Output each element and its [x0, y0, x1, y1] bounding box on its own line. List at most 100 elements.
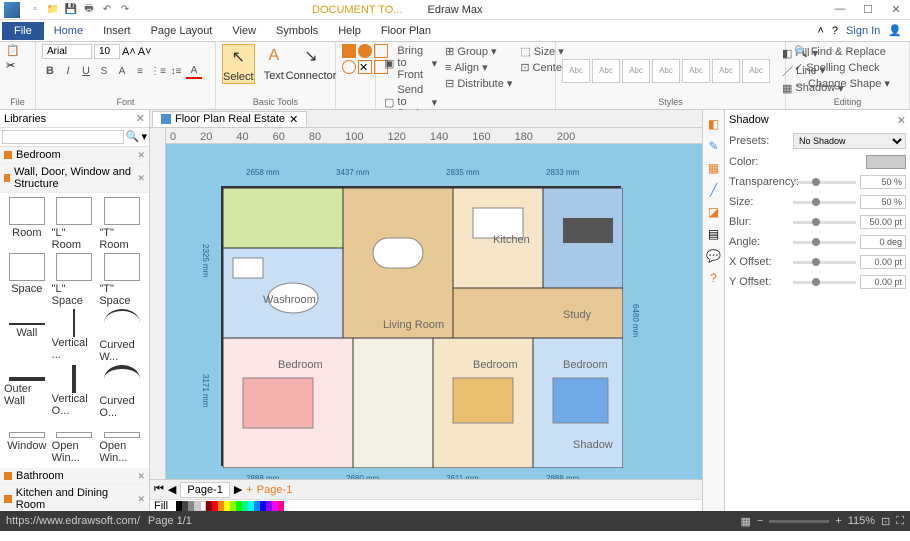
presets-select[interactable]: No Shadow — [793, 133, 906, 149]
tab-page-layout[interactable]: Page Layout — [141, 22, 223, 40]
comment-icon[interactable]: 💬 — [706, 248, 722, 264]
fit-page-icon[interactable]: ⊡ — [881, 515, 890, 528]
user-icon[interactable]: 👤 — [888, 24, 902, 37]
tab-view[interactable]: View — [222, 22, 266, 40]
page-nav-first[interactable]: ⏮ — [154, 483, 164, 496]
highlight-button[interactable]: A — [114, 63, 130, 79]
underline-button[interactable]: U — [78, 63, 94, 79]
shape-curved-o[interactable]: Curved O... — [99, 365, 145, 419]
angle-value[interactable]: 0 deg — [860, 235, 906, 249]
category-kitchen[interactable]: Kitchen and Dining Room✕ — [0, 485, 149, 511]
floor-plan[interactable]: Kitchen Washroom Living Room Study Bedro… — [221, 186, 621, 466]
close-tab-icon[interactable]: ✕ — [289, 113, 298, 126]
sign-in-link[interactable]: Sign In — [846, 25, 880, 37]
shape-window[interactable]: Window — [4, 421, 50, 464]
find-replace-button[interactable]: 🔍 Find & Replace — [792, 44, 903, 59]
theme-icon[interactable]: ◧ — [706, 116, 722, 132]
new-icon[interactable]: ▫ — [28, 3, 42, 17]
page-tab-1[interactable]: Page-1 — [180, 482, 229, 498]
decrease-font-icon[interactable]: A˅ — [138, 46, 152, 58]
tab-insert[interactable]: Insert — [93, 22, 141, 40]
close-shadow-panel-icon[interactable]: ✕ — [897, 114, 906, 127]
shape-wall[interactable]: Wall — [4, 309, 50, 363]
tab-home[interactable]: Home — [44, 22, 93, 40]
close-button[interactable]: ✕ — [886, 3, 906, 16]
strike-button[interactable]: S — [96, 63, 112, 79]
zoom-out-icon[interactable]: − — [757, 515, 763, 527]
bring-front-button[interactable]: ▣ Bring to Front ▾ — [382, 44, 439, 82]
quick-shapes[interactable]: ✕ — [342, 44, 369, 74]
select-tool[interactable]: ↖Select — [222, 44, 255, 84]
zoom-slider[interactable] — [769, 520, 829, 523]
shape-open-win1[interactable]: Open Win... — [52, 421, 98, 464]
shape-t-room[interactable]: "T" Room — [99, 197, 145, 251]
align-button[interactable]: ≡ Align ▾ — [443, 60, 514, 75]
add-page-icon[interactable]: + — [246, 484, 252, 496]
redo-icon[interactable]: ↷ — [118, 3, 132, 17]
file-menu[interactable]: File — [2, 22, 44, 40]
group-button[interactable]: ⊞ Group ▾ — [443, 44, 514, 59]
library-menu-icon[interactable]: ▾ — [141, 130, 147, 144]
close-libraries-icon[interactable]: ✕ — [136, 112, 145, 125]
category-wall-door[interactable]: Wall, Door, Window and Structure✕ — [0, 164, 149, 193]
tab-help[interactable]: Help — [328, 22, 371, 40]
shape-room[interactable]: Room — [4, 197, 50, 251]
color-picker[interactable] — [866, 155, 906, 169]
italic-button[interactable]: I — [60, 63, 76, 79]
connector-tool[interactable]: ↘Connector — [293, 44, 329, 82]
color-palette[interactable] — [176, 501, 284, 511]
layers-icon[interactable]: ▤ — [706, 226, 722, 242]
line-spacing-icon[interactable]: ↕≡ — [168, 63, 184, 79]
shape-open-win2[interactable]: Open Win... — [99, 421, 145, 464]
page-nav-next[interactable]: ▶ — [234, 483, 242, 496]
drawing-canvas[interactable]: 2658 mm 3437 mm 2835 mm 2833 mm — [166, 144, 702, 479]
save-icon[interactable]: 💾 — [64, 3, 78, 17]
font-color-icon[interactable]: A — [186, 63, 202, 79]
fill-tool-icon[interactable]: ▦ — [706, 160, 722, 176]
spelling-button[interactable]: ✓ Spelling Check — [792, 60, 903, 75]
text-tool[interactable]: AText — [259, 44, 289, 82]
xoffset-slider[interactable] — [793, 261, 856, 264]
category-bedroom[interactable]: Bedroom✕ — [0, 147, 149, 164]
distribute-button[interactable]: ⊟ Distribute ▾ — [443, 76, 514, 91]
font-size-select[interactable]: 10 — [94, 44, 120, 59]
document-tab[interactable]: Floor Plan Real Estate✕ — [152, 111, 307, 127]
shape-vertical[interactable]: Vertical ... — [52, 309, 98, 363]
blur-slider[interactable] — [793, 221, 856, 224]
open-icon[interactable]: 📁 — [46, 3, 60, 17]
help-sidebar-icon[interactable]: ? — [706, 270, 722, 286]
shape-space[interactable]: Space — [4, 253, 50, 307]
tab-symbols[interactable]: Symbols — [266, 22, 328, 40]
undo-icon[interactable]: ↶ — [100, 3, 114, 17]
print-icon[interactable]: 🖶 — [82, 3, 96, 17]
tab-floor-plan[interactable]: Floor Plan — [371, 22, 441, 40]
style-gallery[interactable]: Abc Abc Abc Abc Abc Abc Abc — [562, 59, 770, 83]
blur-value[interactable]: 50.00 pt — [860, 215, 906, 229]
angle-slider[interactable] — [793, 241, 856, 244]
shape-l-space[interactable]: "L" Space — [52, 253, 98, 307]
cut-icon[interactable]: ✂ — [6, 59, 15, 72]
bullets-icon[interactable]: ⋮≡ — [150, 63, 166, 79]
search-icon[interactable]: 🔍 — [126, 130, 140, 144]
transparency-value[interactable]: 50 % — [860, 175, 906, 189]
library-search-input[interactable] — [2, 130, 124, 144]
shape-t-space[interactable]: "T" Space — [99, 253, 145, 307]
bold-button[interactable]: B — [42, 63, 58, 79]
shape-curved-w[interactable]: Curved W... — [99, 309, 145, 363]
shape-vertical-o[interactable]: Vertical O... — [52, 365, 98, 419]
page-nav-prev[interactable]: ◀ — [168, 483, 176, 496]
shape-l-room[interactable]: "L" Room — [52, 197, 98, 251]
page-tab-1b[interactable]: Page-1 — [257, 484, 292, 496]
xoffset-value[interactable]: 0.00 pt — [860, 255, 906, 269]
shape-outer-wall[interactable]: Outer Wall — [4, 365, 50, 419]
paste-icon[interactable]: 📋 — [6, 44, 20, 57]
line-tool-icon[interactable]: ╱ — [706, 182, 722, 198]
ribbon-collapse-icon[interactable]: ˄ — [817, 25, 823, 37]
change-shape-button[interactable]: ↔ Change Shape ▾ — [792, 76, 903, 91]
fullscreen-icon[interactable]: ⛶ — [896, 515, 904, 528]
help-icon[interactable]: ? — [832, 25, 838, 37]
font-family-select[interactable]: Arial — [42, 44, 92, 59]
align-left-icon[interactable]: ≡ — [132, 63, 148, 79]
transparency-slider[interactable] — [793, 181, 856, 184]
view-mode-icon[interactable]: ▦ — [740, 515, 750, 528]
